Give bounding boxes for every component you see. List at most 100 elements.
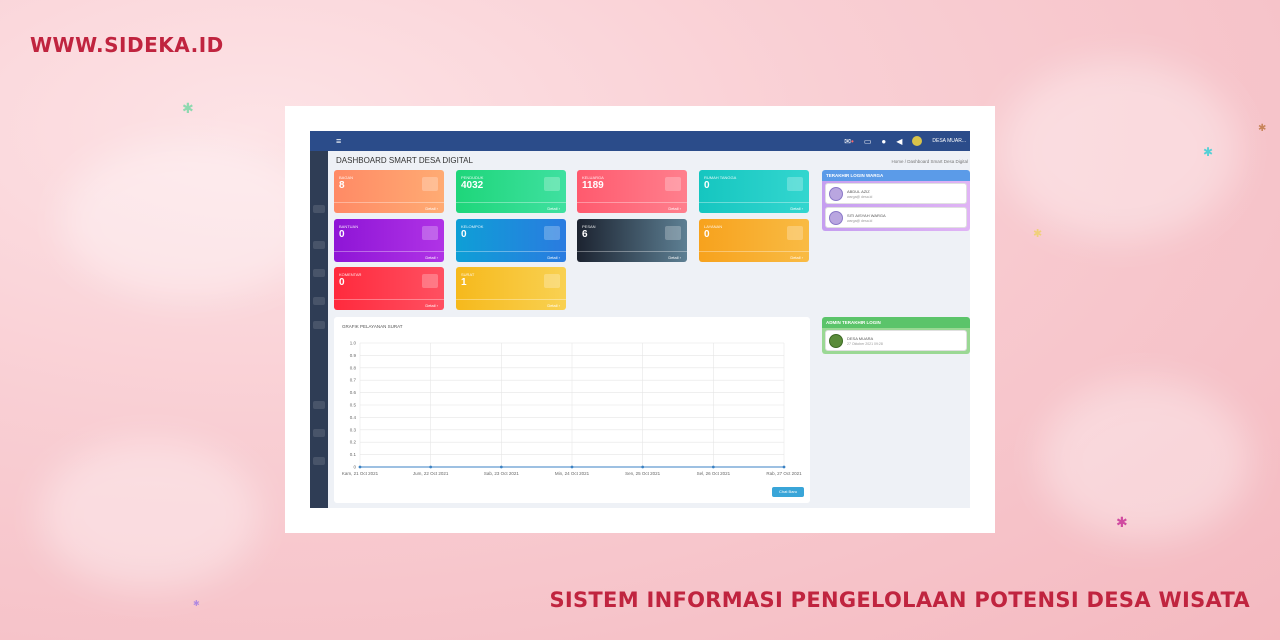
- user-meta: warga@ desa.id: [847, 194, 873, 199]
- card-icon: [422, 226, 438, 240]
- user-row[interactable]: ABDUL AZIZ warga@ desa.id: [825, 183, 967, 204]
- stat-card[interactable]: KELUARGA 1189 Detail ›: [577, 170, 687, 213]
- data-point: [358, 465, 362, 469]
- message-icon[interactable]: ▭: [864, 137, 872, 146]
- stat-card[interactable]: LAYANAN 0 Detail ›: [699, 219, 809, 262]
- chat-baru-button[interactable]: Chat Baru: [772, 487, 804, 497]
- megaphone-icon[interactable]: ◀: [896, 137, 902, 146]
- card-detail-link[interactable]: Detail ›: [699, 251, 809, 262]
- sidebar-item[interactable]: [313, 241, 325, 249]
- panel-title: TERAKHIR LOGIN WARGA: [822, 170, 970, 181]
- user-name: SITI AISYAH WARGA: [847, 212, 886, 218]
- page-title: DASHBOARD SMART DESA DIGITAL: [336, 156, 473, 165]
- card-detail-link[interactable]: Detail ›: [577, 202, 687, 213]
- stat-card[interactable]: PENDUDUK 4032 Detail ›: [456, 170, 566, 213]
- panel-body: ABDUL AZIZ warga@ desa.id SITI AISYAH WA…: [822, 181, 970, 231]
- card-detail-link[interactable]: Detail ›: [456, 299, 566, 310]
- recent-login-panel: TERAKHIR LOGIN WARGA ABDUL AZIZ warga@ d…: [822, 170, 970, 231]
- cloud-decoration: [1040, 380, 1250, 540]
- card-detail-link[interactable]: Detail ›: [334, 202, 444, 213]
- cloud-decoration: [40, 440, 260, 590]
- sidebar: [310, 151, 328, 508]
- card-detail-link[interactable]: Detail ›: [456, 251, 566, 262]
- data-point: [711, 465, 715, 469]
- card-detail-link[interactable]: Detail ›: [577, 251, 687, 262]
- topbar-actions: ✉• ▭ ● ◀ DESA MUAR...: [844, 136, 970, 146]
- village-avatar[interactable]: [912, 136, 923, 146]
- card-value: 0: [339, 277, 345, 288]
- card-icon: [787, 177, 803, 191]
- user-meta: warga@ desa.id: [847, 218, 873, 223]
- user-row[interactable]: SITI AISYAH WARGA warga@ desa.id: [825, 207, 967, 228]
- x-tick-label: Jum, 22 Oct 2021: [413, 471, 449, 476]
- card-icon: [544, 226, 560, 240]
- screenshot-frame: ≡ ✉• ▭ ● ◀ DESA MUAR... DASHBOARD SMART …: [285, 106, 995, 533]
- y-tick-label: 0.6: [350, 390, 357, 395]
- avatar: [829, 210, 843, 225]
- y-tick-label: 0.5: [350, 403, 357, 408]
- site-url: WWW.SIDEKA.ID: [30, 33, 224, 57]
- topbar: ≡ ✉• ▭ ● ◀ DESA MUAR...: [310, 131, 970, 151]
- card-icon: [544, 177, 560, 191]
- user-name: ABDUL AZIZ: [847, 188, 870, 194]
- y-tick-label: 0.1: [350, 452, 357, 457]
- y-tick-label: 0.2: [350, 440, 357, 445]
- y-tick-label: 1.0: [350, 341, 357, 346]
- x-tick-label: Sab, 23 Oct 2021: [484, 471, 520, 476]
- stat-card[interactable]: KELOMPOK 0 Detail ›: [456, 219, 566, 262]
- sidebar-item[interactable]: [313, 205, 325, 213]
- star-icon: ✱: [1116, 514, 1128, 530]
- data-point: [641, 465, 645, 469]
- stat-card[interactable]: RUMAH TANGGA 0 Detail ›: [699, 170, 809, 213]
- data-point: [782, 465, 786, 469]
- card-detail-link[interactable]: Detail ›: [334, 299, 444, 310]
- user-row[interactable]: DESA MUARA 27 Oktober 2021 09:28: [825, 330, 967, 351]
- data-point: [499, 465, 503, 469]
- line-chart: 0 0.1 0.2 0.3 0.4 0.5 0.6 0.7 0.8 0.9 1.0 Kam, 21 O…: [342, 341, 802, 477]
- card-value: 4032: [461, 180, 484, 191]
- card-value: 0: [339, 229, 345, 240]
- card-icon: [544, 274, 560, 288]
- card-icon: [787, 226, 803, 240]
- breadcrumb[interactable]: Home / Dashboard Smart Desa Digital: [891, 159, 968, 164]
- stat-card[interactable]: BANTUAN 0 Detail ›: [334, 219, 444, 262]
- card-value: 1: [461, 277, 467, 288]
- sidebar-item[interactable]: [313, 297, 325, 305]
- mail-icon[interactable]: ✉•: [844, 137, 854, 146]
- sidebar-item[interactable]: [313, 321, 325, 329]
- card-value: 0: [461, 229, 467, 240]
- card-icon: [665, 177, 681, 191]
- admin-login-panel: ADMIN TERAKHIR LOGIN DESA MUARA 27 Oktob…: [822, 317, 970, 354]
- y-tick-label: 0.7: [350, 378, 357, 383]
- banner-title: SISTEM INFORMASI PENGELOLAAN POTENSI DES…: [549, 588, 1250, 612]
- sidebar-item[interactable]: [313, 269, 325, 277]
- x-tick-label: Min, 24 Oct 2021: [555, 471, 590, 476]
- card-value: 0: [704, 180, 710, 191]
- sidebar-item[interactable]: [313, 429, 325, 437]
- stat-card[interactable]: SURAT 1 Detail ›: [456, 267, 566, 310]
- card-detail-link[interactable]: Detail ›: [456, 202, 566, 213]
- x-tick-label: Kam, 21 Oct 2021: [342, 471, 379, 476]
- panel-title: ADMIN TERAKHIR LOGIN: [822, 317, 970, 328]
- y-tick-label: 0.3: [350, 427, 357, 432]
- y-tick-label: 0.9: [350, 353, 357, 358]
- star-icon: ✱: [182, 100, 194, 116]
- stat-card[interactable]: BAGAN 8 Detail ›: [334, 170, 444, 213]
- star-icon: ✱: [1203, 145, 1214, 159]
- data-point: [429, 465, 433, 469]
- card-detail-link[interactable]: Detail ›: [334, 251, 444, 262]
- card-icon: [665, 226, 681, 240]
- chart-panel: GRAFIK PELAYANAN SURAT 0 0.1 0.2 0.3 0.4 0.5 0…: [334, 317, 810, 503]
- x-tick-label: Rab, 27 Oct 2021: [766, 471, 802, 476]
- village-name[interactable]: DESA MUAR...: [932, 138, 966, 144]
- card-icon: [422, 177, 438, 191]
- star-icon: ✱: [1258, 123, 1267, 134]
- sidebar-item[interactable]: [313, 401, 325, 409]
- chat-icon[interactable]: ●: [881, 137, 886, 146]
- x-tick-label: Sen, 25 Oct 2021: [625, 471, 661, 476]
- stat-card[interactable]: KOMENTAR 0 Detail ›: [334, 267, 444, 310]
- card-detail-link[interactable]: Detail ›: [699, 202, 809, 213]
- hamburger-icon[interactable]: ≡: [336, 136, 341, 146]
- stat-card[interactable]: PESAN 6 Detail ›: [577, 219, 687, 262]
- sidebar-item[interactable]: [313, 457, 325, 465]
